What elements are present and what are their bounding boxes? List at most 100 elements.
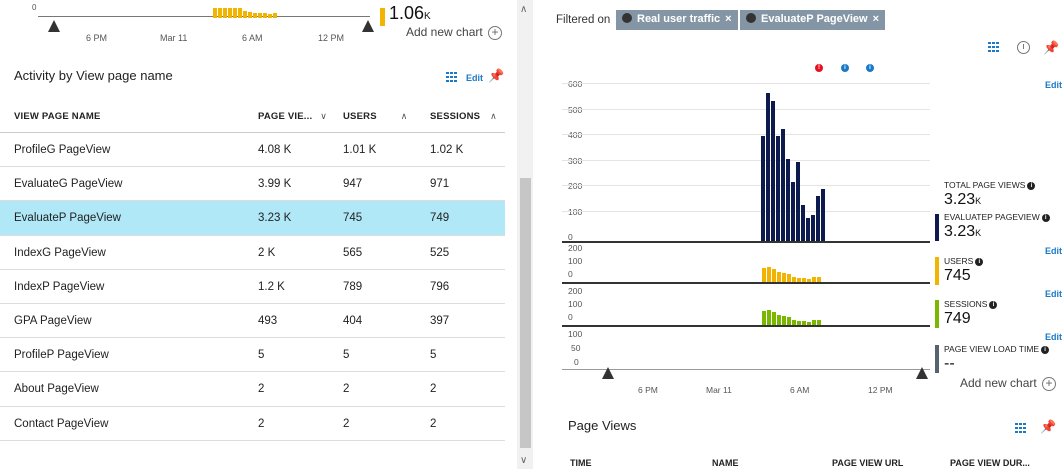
add-new-chart-button[interactable]: Add new chart + <box>406 25 503 40</box>
edit-link[interactable]: Edit <box>1045 246 1062 256</box>
alert-icon[interactable]: ! <box>815 64 823 72</box>
range-end-handle[interactable] <box>916 367 928 379</box>
pin-icon[interactable]: 📌 <box>1040 419 1056 435</box>
chart-bar <box>797 321 801 325</box>
column-header-page-view-url[interactable]: PAGE VIEW URL <box>832 458 903 468</box>
metric-total-page-views[interactable]: TOTAL PAGE VIEWS i 3.23K <box>935 180 1063 210</box>
info-icon[interactable]: i <box>866 64 874 72</box>
table-body: ProfileG PageView 4.08 K 1.01 K 1.02 K Evalu… <box>0 133 505 441</box>
metric-sessions[interactable]: SESSIONS i 749 <box>935 299 1063 329</box>
grid-view-icon[interactable] <box>446 72 458 82</box>
chart-bar <box>777 315 781 325</box>
pin-icon[interactable]: 📌 <box>1043 40 1059 56</box>
add-new-chart-button[interactable]: Add new chart + <box>960 376 1057 391</box>
column-header-view-page-name[interactable]: VIEW PAGE NAME <box>14 111 101 122</box>
cell-sessions: 971 <box>430 178 450 191</box>
table-row[interactable]: IndexG PageView 2 K 565 525 <box>0 236 505 270</box>
grid-view-icon[interactable] <box>988 42 1000 52</box>
table-row[interactable]: EvaluateG PageView 3.99 K 947 971 <box>0 167 505 202</box>
range-start-handle[interactable] <box>602 367 614 379</box>
chart-bar <box>781 129 785 241</box>
metric-label-text: TOTAL PAGE VIEWS <box>944 180 1026 190</box>
info-icon: i <box>1041 214 1050 222</box>
column-header-users[interactable]: USERS ∧ <box>343 111 408 122</box>
scroll-up-icon[interactable]: ∧ <box>520 4 527 15</box>
metric-label: PAGE VIEW LOAD TIME i <box>944 344 1050 354</box>
table-row[interactable]: GPA PageView 493 404 397 <box>0 304 505 339</box>
gridline <box>562 185 930 186</box>
users-baseline <box>562 282 930 284</box>
scroll-thumb[interactable] <box>520 178 531 448</box>
chart-bar <box>787 274 791 282</box>
grid-view-icon[interactable] <box>1015 423 1027 433</box>
y-tick-label: 0 <box>574 357 579 367</box>
y-tick-label: 100 <box>568 299 583 309</box>
table-row[interactable]: EvaluateP PageView 3.23 K 745 749 <box>0 201 505 236</box>
filter-icon <box>622 13 632 23</box>
table-row[interactable]: Contact PageView 2 2 2 <box>0 407 505 441</box>
sessions-baseline <box>562 325 930 327</box>
mini-tick-label: 6 PM <box>86 33 108 43</box>
cell-sessions: 1.02 K <box>430 144 464 156</box>
cell-view-page-name: About PageView <box>14 383 99 396</box>
filter-chip-evaluatep-pageview[interactable]: EvaluateP PageView × <box>740 10 886 30</box>
edit-link[interactable]: Edit <box>1045 80 1062 90</box>
mini-chart-bar <box>263 13 267 18</box>
filter-icon <box>746 13 756 23</box>
table-row[interactable]: ProfileP PageView 5 5 5 <box>0 338 505 373</box>
chart-bar <box>792 320 796 325</box>
column-header-time[interactable]: TIME <box>570 458 592 468</box>
chart-bar <box>786 159 790 241</box>
chart-bar <box>782 316 786 325</box>
table-row[interactable]: IndexP PageView 1.2 K 789 796 <box>0 270 505 304</box>
history-icon[interactable] <box>1017 41 1030 54</box>
mini-chart-value-unit: K <box>424 11 431 22</box>
filter-chip-label: Real user traffic <box>637 13 721 25</box>
info-icon: i <box>975 258 984 266</box>
chart-bar <box>772 269 776 282</box>
filter-chip-real-user-traffic[interactable]: Real user traffic × <box>616 10 738 30</box>
edit-link[interactable]: Edit <box>466 73 483 83</box>
cell-users: 947 <box>343 178 363 191</box>
edit-link[interactable]: Edit <box>1045 332 1062 342</box>
filtered-on-label: Filtered on <box>556 14 611 26</box>
close-icon[interactable]: × <box>873 13 879 25</box>
info-icon[interactable]: i <box>841 64 849 72</box>
edit-link[interactable]: Edit <box>1045 289 1062 299</box>
cell-sessions: 2 <box>430 383 437 396</box>
cell-sessions: 2 <box>430 417 437 430</box>
column-header-page-view-duration[interactable]: PAGE VIEW DUR... <box>950 458 1030 468</box>
scroll-down-icon[interactable]: ∨ <box>520 455 527 466</box>
metric-label: TOTAL PAGE VIEWS i <box>944 180 1036 190</box>
series-color-swatch <box>935 300 939 328</box>
metric-evaluatep-pageview[interactable]: EVALUATEP PAGEVIEW i 3.23K <box>935 212 1063 242</box>
chart-bar <box>802 278 806 282</box>
column-header-sessions[interactable]: SESSIONS ∧ <box>430 111 497 122</box>
range-end-handle[interactable] <box>362 20 374 32</box>
chevron-up-icon: ∧ <box>400 111 408 121</box>
metric-page-view-load-time[interactable]: PAGE VIEW LOAD TIME i -- <box>935 344 1063 374</box>
cell-sessions: 5 <box>430 349 437 362</box>
chart-bar <box>771 101 775 241</box>
mini-chart-bar <box>213 8 217 18</box>
table-row[interactable]: ProfileG PageView 4.08 K 1.01 K 1.02 K <box>0 133 505 168</box>
plus-circle-icon: + <box>488 25 503 40</box>
vertical-scrollbar[interactable]: ∧ ∨ <box>517 0 533 469</box>
column-header-page-views[interactable]: PAGE VIE... ∨ <box>258 111 327 122</box>
chart-bar <box>802 321 806 325</box>
column-header-name[interactable]: NAME <box>712 458 739 468</box>
metric-value-unit: K <box>975 228 982 238</box>
close-icon[interactable]: × <box>725 13 731 25</box>
range-start-handle[interactable] <box>48 20 60 32</box>
cell-view-page-name: Contact PageView <box>14 417 109 430</box>
pin-icon[interactable]: 📌 <box>488 68 504 84</box>
mini-chart-value: 1.06K <box>389 3 431 24</box>
cell-view-page-name: EvaluateG PageView <box>14 178 123 191</box>
metric-users[interactable]: USERS i 745 <box>935 256 1063 286</box>
chart-bar <box>776 136 780 241</box>
table-row[interactable]: About PageView 2 2 2 <box>0 372 505 407</box>
cell-users: 745 <box>343 212 363 225</box>
cell-sessions: 796 <box>430 280 450 293</box>
chart-bar <box>796 162 800 241</box>
column-header-label: SESSIONS <box>430 111 481 122</box>
